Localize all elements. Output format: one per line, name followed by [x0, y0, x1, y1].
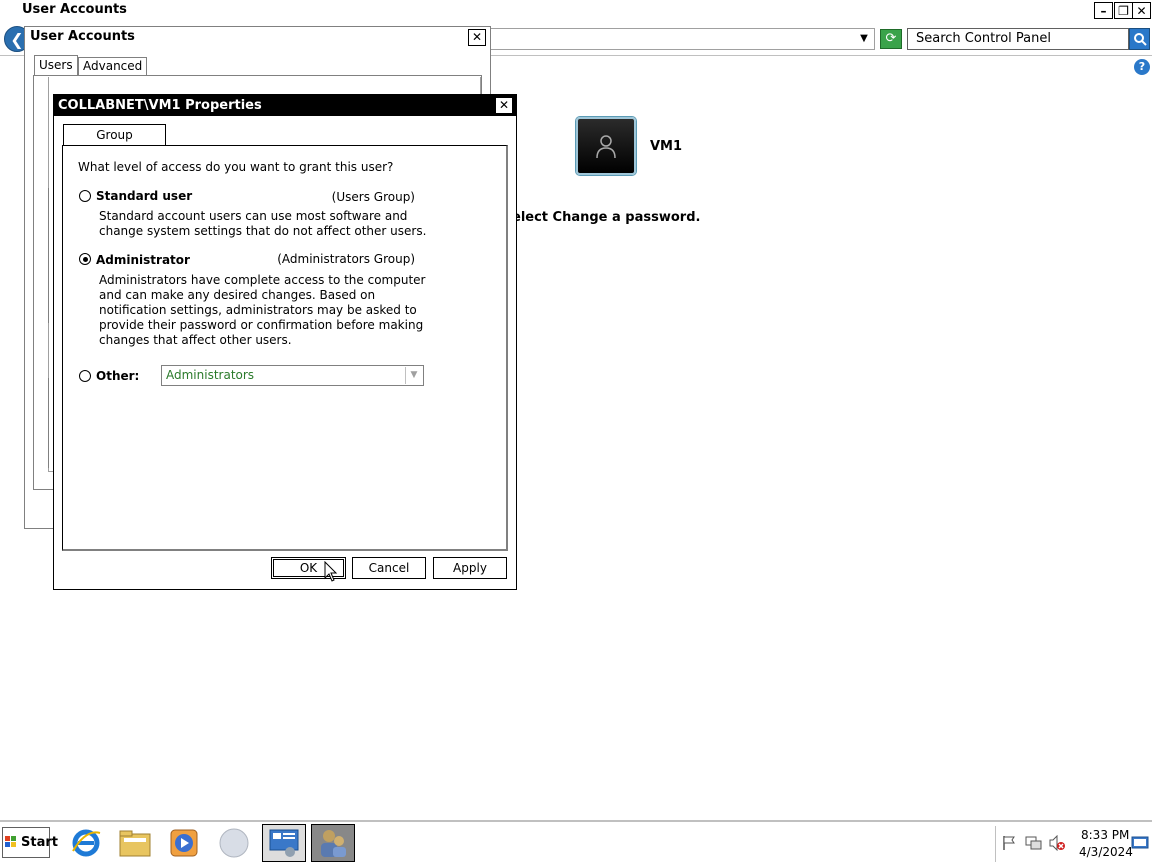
change-password-hint: elect Change a password.: [512, 210, 701, 225]
window-title: User Accounts: [0, 0, 1152, 20]
back-arrow-icon: ❮: [10, 29, 24, 49]
tab-advanced[interactable]: Advanced: [78, 57, 148, 75]
show-desktop-icon[interactable]: [1131, 835, 1149, 854]
minimize-button[interactable]: –: [1094, 2, 1113, 19]
search-icon: [1133, 33, 1147, 46]
account-name: VM1: [650, 139, 683, 154]
ua-close-button[interactable]: ✕: [468, 29, 486, 46]
standard-user-radio[interactable]: [79, 190, 91, 202]
search-input[interactable]: Search Control Panel: [907, 28, 1129, 50]
radio-selected-dot: [82, 256, 88, 262]
clock-date[interactable]: 4/3/2024: [1079, 845, 1133, 859]
tab-users[interactable]: Users: [34, 55, 78, 75]
refresh-button[interactable]: ⟳: [880, 29, 902, 49]
search-button[interactable]: [1129, 28, 1150, 50]
network-icon[interactable]: [1025, 835, 1043, 854]
mouse-cursor-icon: [324, 561, 338, 582]
volume-muted-icon[interactable]: [1048, 834, 1066, 854]
action-center-flag-icon[interactable]: [1001, 835, 1017, 854]
internet-explorer-icon[interactable]: [64, 824, 108, 862]
address-field[interactable]: [490, 28, 875, 50]
other-group-select[interactable]: Administrators: [161, 365, 424, 386]
media-player-icon[interactable]: [162, 824, 206, 862]
other-label[interactable]: Other:: [96, 369, 139, 383]
administrator-description: Administrators have complete access to t…: [99, 273, 426, 347]
help-icon[interactable]: ?: [1134, 59, 1150, 75]
server-manager-icon[interactable]: [212, 824, 256, 862]
tab-group-membership[interactable]: Group Membership: [63, 124, 166, 162]
cancel-button[interactable]: Cancel: [352, 557, 426, 579]
administrator-label[interactable]: Administrator: [96, 253, 190, 267]
apply-button[interactable]: Apply: [433, 557, 507, 579]
standard-user-label[interactable]: Standard user: [96, 189, 192, 203]
user-silhouette-icon: [596, 135, 616, 159]
clock-time[interactable]: 8:33 PM: [1081, 828, 1129, 842]
user-accounts-taskbar-icon[interactable]: [311, 824, 355, 862]
account-picture: [576, 117, 636, 175]
access-question: What level of access do you want to gran…: [78, 160, 394, 174]
administrator-radio[interactable]: [79, 253, 91, 265]
restore-button[interactable]: ❐: [1114, 2, 1133, 19]
other-radio[interactable]: [79, 370, 91, 382]
chevron-down-icon[interactable]: ▼: [405, 367, 422, 384]
file-explorer-icon[interactable]: [113, 824, 157, 862]
close-window-button[interactable]: ✕: [1132, 2, 1151, 19]
standard-user-description: Standard account users can use most soft…: [99, 209, 427, 238]
address-dropdown-icon[interactable]: ▼: [856, 31, 872, 47]
group-membership-panel: [62, 145, 508, 551]
standard-user-group: (Users Group): [331, 190, 415, 204]
properties-dialog-title: COLLABNET\VM1 Properties: [54, 95, 516, 116]
properties-close-button[interactable]: ✕: [495, 97, 513, 114]
windows-logo-icon: [5, 836, 16, 847]
control-panel-taskbar-icon[interactable]: [262, 824, 306, 862]
refresh-icon: ⟳: [885, 31, 897, 46]
ua-dialog-title: User Accounts: [30, 29, 135, 44]
administrator-group: (Administrators Group): [277, 252, 415, 266]
